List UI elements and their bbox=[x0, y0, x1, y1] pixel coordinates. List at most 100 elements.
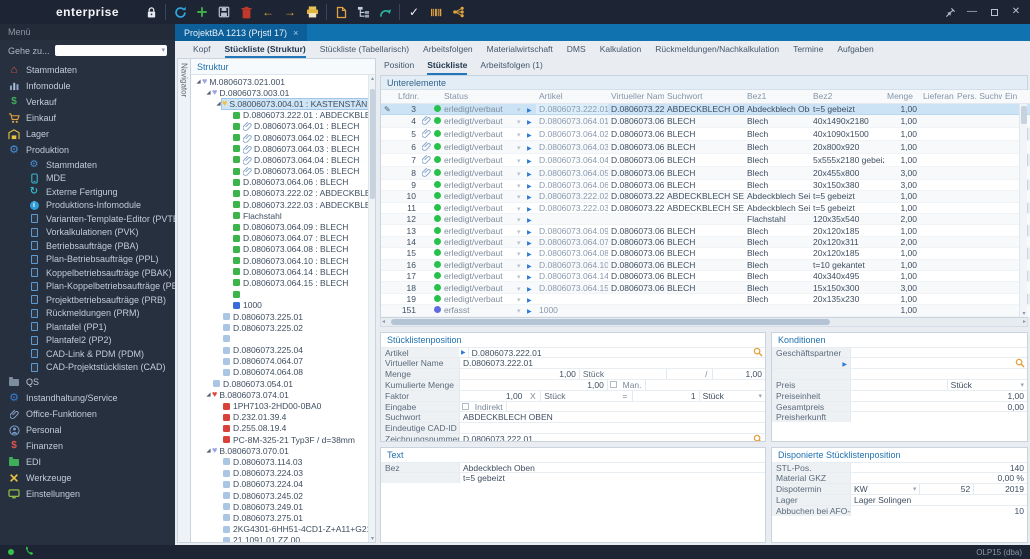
cell-status[interactable]: erledigt/verbaut bbox=[441, 247, 514, 260]
dropdown-icon[interactable]: ▾ bbox=[514, 114, 524, 128]
table-row[interactable]: 15 erledigt/verbaut ▾ ▶ D.0806073.064.08 D.08… bbox=[381, 247, 1030, 260]
delete-icon[interactable] bbox=[235, 2, 257, 22]
tree-item[interactable]: D.0806073.064.08 : BLECH bbox=[191, 244, 375, 255]
cell-status[interactable]: erledigt/verbaut bbox=[441, 202, 514, 215]
tree-item[interactable] bbox=[191, 289, 375, 300]
tree-item[interactable]: D.0806073.275.01 bbox=[191, 512, 375, 523]
sidebar-item-einkauf[interactable]: Einkauf bbox=[0, 110, 175, 126]
table-row[interactable]: 11 erledigt/verbaut ▾ ▶ D.0806073.222.03 D.08… bbox=[381, 202, 1030, 215]
cell-artikel[interactable]: D.0806073.064.15 bbox=[536, 281, 608, 294]
form-field[interactable]: 0,00 bbox=[850, 401, 1027, 412]
column-header-artikel[interactable]: Artikel bbox=[536, 90, 608, 104]
sidebar-item-stammdaten[interactable]: ⚙ Stammdaten bbox=[0, 158, 175, 172]
tree-item[interactable]: 2KG4301-6HH51-4CD1-Z+A11+G21 bbox=[191, 524, 375, 535]
search-icon[interactable] bbox=[1013, 358, 1027, 368]
form-field[interactable]: t=5 gebeizt bbox=[459, 473, 765, 484]
cell-status[interactable]: erledigt/verbaut bbox=[441, 179, 514, 192]
tree-item[interactable]: ◢♥S.08006073.004.01 : KASTENSTÄNDERGESTE… bbox=[191, 97, 375, 110]
column-header-menge[interactable]: Menge bbox=[884, 90, 920, 104]
tree-item[interactable]: D.0806073.225.02 bbox=[191, 322, 375, 333]
tree-item[interactable]: ◢ ♥ D.0806073.003.01 bbox=[191, 87, 375, 98]
sidebar-item-qs[interactable]: QS bbox=[0, 374, 175, 390]
tree-item[interactable]: D.0806073.245.02 bbox=[191, 490, 375, 501]
cell-artikel[interactable]: D.0806073.222.03 bbox=[536, 202, 608, 215]
module-tab-10[interactable]: Aufgaben bbox=[837, 41, 873, 58]
dropdown-icon[interactable]: ▾ bbox=[514, 213, 524, 226]
tree-item[interactable]: ◢ ♥ M.0806073.021.001 bbox=[191, 76, 375, 87]
dropdown-icon[interactable]: ▾ bbox=[514, 127, 524, 141]
form-field[interactable] bbox=[459, 423, 765, 433]
dropdown-icon[interactable]: ▾ bbox=[514, 202, 524, 215]
cell-artikel[interactable]: D.0806073.064.03 bbox=[536, 140, 608, 154]
tree-item[interactable]: D.0806073.064.09 : BLECH bbox=[191, 221, 375, 232]
module-tab-8[interactable]: Rückmeldungen/Nachkalkulation bbox=[655, 41, 779, 58]
share-icon[interactable] bbox=[447, 2, 469, 22]
scroll-up-icon[interactable]: ▴ bbox=[369, 75, 375, 82]
table-row[interactable]: 16 erledigt/verbaut ▾ ▶ D.0806073.064.10 D.08… bbox=[381, 259, 1030, 272]
sidebar-item-externe-fertigung[interactable]: ↻ Externe Fertigung bbox=[0, 185, 175, 199]
dropdown-field[interactable]: KW ▾ bbox=[850, 484, 919, 494]
scroll-down-icon[interactable]: ▾ bbox=[1020, 310, 1028, 317]
sidebar-item-produktion[interactable]: ⚙ Produktion bbox=[0, 142, 175, 158]
cell-artikel[interactable] bbox=[536, 213, 608, 226]
tree-item[interactable]: D.0806073.224.03 bbox=[191, 468, 375, 479]
table-row[interactable]: 9 erledigt/verbaut ▾ ▶ D.0806073.064.06 D.080… bbox=[381, 179, 1030, 192]
new-document-icon[interactable] bbox=[330, 2, 352, 22]
tree-item[interactable]: D.0806073.064.07 : BLECH bbox=[191, 233, 375, 244]
cell-status[interactable]: erledigt/verbaut bbox=[441, 127, 514, 141]
detail-tab-3[interactable]: Arbeitsfolgen (1) bbox=[480, 58, 542, 75]
tree-item[interactable]: D.0806073.222.03 : ABDECKBLECH SEITE bbox=[191, 199, 375, 210]
form-field[interactable]: Lager Solingen bbox=[850, 494, 1027, 505]
form-field[interactable]: 10 bbox=[850, 505, 1027, 516]
dropdown-icon[interactable]: ▾ bbox=[514, 281, 524, 294]
cell-status[interactable]: erfasst bbox=[441, 304, 514, 317]
scrollbar-thumb[interactable] bbox=[391, 318, 831, 325]
cell-status[interactable]: erledigt/verbaut bbox=[441, 236, 514, 249]
sidebar-item-produktions-infomodule[interactable]: i Produktions-Infomodule bbox=[0, 199, 175, 213]
sidebar-item-plantafel2-pp2-[interactable]: Plantafel2 (PP2) bbox=[0, 334, 175, 348]
tree-item[interactable]: D.0806073.064.14 : BLECH bbox=[191, 266, 375, 277]
sidebar-item-vorkalkulationen-pvk-[interactable]: Vorkalkulationen (PVK) bbox=[0, 226, 175, 240]
sidebar-item-mde[interactable]: MDE bbox=[0, 172, 175, 186]
detail-arrow-icon[interactable]: ▶ bbox=[524, 153, 536, 167]
dropdown-icon[interactable]: ▾ bbox=[514, 247, 524, 260]
cell-status[interactable]: erledigt/verbaut bbox=[441, 103, 514, 115]
table-row[interactable]: 18 erledigt/verbaut ▾ ▶ D.0806073.064.15 D.08… bbox=[381, 281, 1030, 294]
sidebar-item-cad-link-pdm-pdm-[interactable]: CAD-Link & PDM (PDM) bbox=[0, 347, 175, 361]
scroll-left-icon[interactable]: ◂ bbox=[382, 318, 385, 327]
form-field[interactable]: D.0806073.222.01 bbox=[459, 358, 765, 369]
sidebar-item-office-funktionen[interactable]: Office-Funktionen bbox=[0, 406, 175, 422]
sidebar-item-einstellungen[interactable]: Einstellungen bbox=[0, 486, 175, 502]
sidebar-item-finanzen[interactable]: $ Finanzen bbox=[0, 438, 175, 454]
table-row[interactable]: 14 erledigt/verbaut ▾ ▶ D.0806073.064.07 D.08… bbox=[381, 236, 1030, 249]
sidebar-item-lager[interactable]: Lager bbox=[0, 126, 175, 142]
table-row[interactable]: 6 erledigt/verbaut ▾ ▶ D.0806073.064.03 D.080… bbox=[381, 140, 1030, 154]
sidebar-item-werkzeuge[interactable]: Werkzeuge bbox=[0, 470, 175, 486]
detail-tab-1[interactable]: Position bbox=[384, 58, 414, 75]
dropdown-icon[interactable]: ▾ bbox=[514, 270, 524, 283]
dropdown-icon[interactable]: ▾ bbox=[514, 293, 524, 306]
tree-expand-icon[interactable]: ◢ bbox=[195, 79, 202, 85]
form-field[interactable]: D.0806073.222.01 bbox=[467, 347, 751, 358]
column-header-pers[interactable]: Pers. Suchwort bbox=[954, 90, 1002, 104]
detail-arrow-icon[interactable]: ▶ bbox=[524, 270, 536, 283]
tree-item[interactable]: ◢ ♥ B.0806073.070.01 bbox=[191, 445, 375, 456]
detail-arrow-icon[interactable]: ▶ bbox=[524, 247, 536, 260]
tree-expand-icon[interactable]: ◢ bbox=[215, 101, 222, 107]
module-tab-6[interactable]: DMS bbox=[567, 41, 586, 58]
form-field[interactable]: 52 bbox=[919, 484, 974, 494]
tree-item[interactable]: D.0806073.064.04 : BLECH bbox=[191, 154, 375, 165]
sidebar-item-edi[interactable]: EDI bbox=[0, 454, 175, 470]
detail-arrow-icon[interactable]: ▶ bbox=[524, 304, 536, 317]
refresh-icon[interactable] bbox=[169, 2, 191, 22]
table-row[interactable]: 8 erledigt/verbaut ▾ ▶ D.0806073.064.05 D.080… bbox=[381, 166, 1030, 180]
tree-item[interactable]: D.0806073.064.15 : BLECH bbox=[191, 277, 375, 288]
tree-expand-icon[interactable]: ◢ bbox=[205, 90, 212, 96]
cell-status[interactable]: erledigt/verbaut bbox=[441, 166, 514, 180]
sidebar-item-plan-koppelbetriebsauftr-ge-pbakp-[interactable]: Plan-Koppelbetriebsaufträge (PBAKP) bbox=[0, 280, 175, 294]
cell-artikel[interactable]: D.0806073.222.01 bbox=[536, 103, 608, 115]
sidebar-item-projektbetriebsauftr-ge-prb-[interactable]: Projektbetriebsaufträge (PRB) bbox=[0, 293, 175, 307]
navigator-strip[interactable]: Navigator bbox=[177, 58, 190, 543]
cell-status[interactable]: erledigt/verbaut bbox=[441, 190, 514, 203]
form-field[interactable] bbox=[850, 412, 1027, 423]
